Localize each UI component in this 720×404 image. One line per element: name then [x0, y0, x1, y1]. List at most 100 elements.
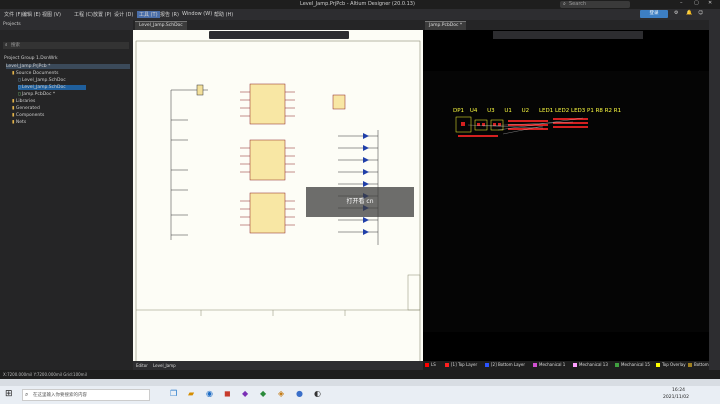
layer-ls[interactable]: LS [425, 362, 436, 367]
tree-item-schdoc-1[interactable]: ▯ Level_Jamp.SchDoc [18, 78, 66, 83]
layer-mech13[interactable]: Mechanical 13 [573, 362, 608, 367]
settings-icon[interactable]: ⚙ [674, 10, 678, 16]
document-icon: ▯ [18, 78, 21, 83]
tab-editor[interactable]: Editor [136, 363, 148, 368]
menu-window[interactable]: Window (W) [182, 11, 212, 17]
menu-view[interactable]: 视图 (V) [42, 11, 61, 18]
menu-help[interactable]: 帮助 (H) [214, 11, 233, 18]
menu-place[interactable]: 放置 (P) [93, 11, 112, 18]
tab-level-jamp[interactable]: Level_Jamp [153, 363, 176, 368]
layer-swatch [688, 363, 692, 367]
menu-bar: 文件 (F) 编辑 (E) 视图 (V) 工程 (C) 放置 (P) 设计 (D… [0, 9, 720, 20]
layer-top[interactable]: [1] Top Layer [445, 362, 477, 367]
menu-file[interactable]: 文件 (F) [4, 11, 22, 18]
menu-project[interactable]: 工程 (C) [74, 11, 93, 18]
folder-icon: ▮ [12, 99, 15, 104]
file-explorer-icon[interactable]: ▰ [188, 389, 194, 398]
menu-reports[interactable]: 报告 (R) [160, 11, 179, 18]
close-button[interactable]: ✕ [708, 0, 712, 6]
layer-swatch [615, 363, 619, 367]
account-icon[interactable]: ☺ [698, 10, 703, 16]
windows-taskbar: ⊞ ⌕ 在这里输入你要搜索的内容 ❒ ▰ ◉ ◼ ◆ ◆ ◈ ● ◐ 16:24… [0, 386, 720, 404]
search-icon: ⌕ [25, 391, 29, 398]
search-placeholder: Search [569, 1, 587, 7]
tree-item-source-documents[interactable]: ▮ Source Documents [12, 71, 58, 76]
status-coordinates: X:7200.000mil Y:7200.000mil Grid:100mil [3, 372, 87, 377]
layer-top-overlay[interactable]: Top Overlay [656, 362, 686, 367]
tree-item-pcbdoc[interactable]: ▯ Jamp.PcbDoc * [18, 92, 55, 97]
tree-item-workspace[interactable]: Project Group 1.DsnWrk [4, 56, 58, 61]
login-button[interactable]: 登录 [640, 10, 668, 18]
login-label: 登录 [649, 11, 659, 16]
window-title: Level_Jamp.PrjPcb - Altium Designer (20.… [300, 1, 415, 7]
watermark-text: 打开看 cn [346, 198, 374, 205]
document-tab-bar: Level_Jamp.SchDoc Jamp.PcbDoc * [133, 20, 709, 30]
taskbar-search-input[interactable]: ⌕ 在这里输入你要搜索的内容 [22, 389, 150, 401]
app-icon[interactable]: ◆ [260, 389, 266, 398]
layer-label: Mechanical 13 [579, 362, 608, 367]
tab-pcbdoc[interactable]: Jamp.PcbDoc * [425, 21, 467, 30]
tree-label: Generated [15, 106, 40, 111]
projects-panel-title: Projects [3, 22, 21, 27]
pcb-drawing [455, 116, 588, 137]
layer-mech1[interactable]: Mechanical 1 [533, 362, 565, 367]
task-view-icon[interactable]: ❒ [170, 389, 177, 398]
layer-label: Bottom [694, 362, 709, 367]
tree-label: Source Documents [15, 71, 59, 76]
tree-label: Nets [15, 120, 27, 125]
document-icon: ▯ [18, 92, 21, 97]
layer-label: Mechanical 15 [621, 362, 650, 367]
layer-bottom[interactable]: [2] Bottom Layer [485, 362, 525, 367]
project-search-placeholder: 搜索 [11, 43, 20, 48]
tree-label: Components [15, 113, 45, 118]
menu-edit[interactable]: 编辑 (E) [22, 11, 41, 18]
tree-item-nets[interactable]: ▮ Nets [12, 120, 26, 125]
tree-label: Level_Jamp.PrjPcb * [6, 64, 51, 69]
tree-item-project[interactable]: Level_Jamp.PrjPcb * [6, 64, 130, 69]
tab-schdoc[interactable]: Level_Jamp.SchDoc [135, 21, 187, 30]
status-spacer [0, 379, 720, 386]
office-icon[interactable]: ◼ [224, 389, 231, 398]
layer-label: Top Overlay [662, 362, 686, 367]
folder-icon: ▮ [12, 120, 15, 125]
menu-tools[interactable]: 工具 (T) [137, 11, 160, 18]
app-icon[interactable]: ● [296, 389, 303, 398]
app-icon[interactable]: ◐ [314, 389, 321, 398]
editor-tab-bar: Editor Level_Jamp [133, 361, 423, 370]
minimize-button[interactable]: – [680, 0, 683, 6]
tree-item-schdoc-2[interactable]: ▯ Level_Jamp.SchDoc [18, 85, 86, 90]
layer-swatch [445, 363, 449, 367]
title-bar: Level_Jamp.PrjPcb - Altium Designer (20.… [0, 0, 720, 9]
layer-swatch [533, 363, 537, 367]
tab-label: Level_Jamp.SchDoc [139, 23, 183, 28]
right-panel-strip[interactable] [709, 20, 720, 379]
layer-tab-bar: LS [1] Top Layer [2] Bottom Layer Mechan… [423, 361, 709, 370]
projects-panel: Projects ⌕ 搜索 Project Group 1.DsnWrk Lev… [0, 20, 133, 379]
pcb-editor[interactable]: DP1 U4 U3 U1 U2 LED1 LED2 LED3 P1 R8 R2 … [423, 30, 709, 370]
maximize-button[interactable]: ▢ [694, 0, 699, 6]
tree-label: Jamp.PcbDoc * [21, 92, 56, 97]
layer-bottom-overlay[interactable]: Bottom [688, 362, 709, 367]
tree-label: Project Group 1.DsnWrk [4, 56, 58, 61]
tree-label: Level_Jamp.SchDoc [21, 85, 66, 90]
project-search-input[interactable]: ⌕ 搜索 [3, 42, 129, 49]
notifications-icon[interactable]: 🔔 [686, 10, 692, 16]
search-box[interactable]: ⌕ Search [560, 1, 630, 8]
edge-icon[interactable]: ◉ [206, 389, 213, 398]
input-network [170, 84, 208, 240]
led-symbols [363, 133, 369, 235]
windows-start-icon[interactable]: ⊞ [5, 389, 13, 399]
app-icon[interactable]: ◆ [242, 389, 248, 398]
layer-label: LS [431, 362, 436, 367]
tree-item-libraries[interactable]: ▮ Libraries [12, 99, 35, 104]
schematic-editor[interactable]: 打开看 cn Editor Level_Jamp [133, 30, 423, 370]
layer-label: [1] Top Layer [451, 362, 478, 367]
tree-item-generated[interactable]: ▮ Generated [12, 106, 40, 111]
menu-design[interactable]: 设计 (D) [114, 11, 133, 18]
folder-icon: ▮ [12, 71, 15, 76]
tree-item-components[interactable]: ▮ Components [12, 113, 44, 118]
clock-date: 2021/11/02 [663, 395, 689, 400]
tree-label: Libraries [15, 99, 36, 104]
layer-mech15[interactable]: Mechanical 15 [615, 362, 650, 367]
altium-icon[interactable]: ◈ [278, 389, 284, 398]
